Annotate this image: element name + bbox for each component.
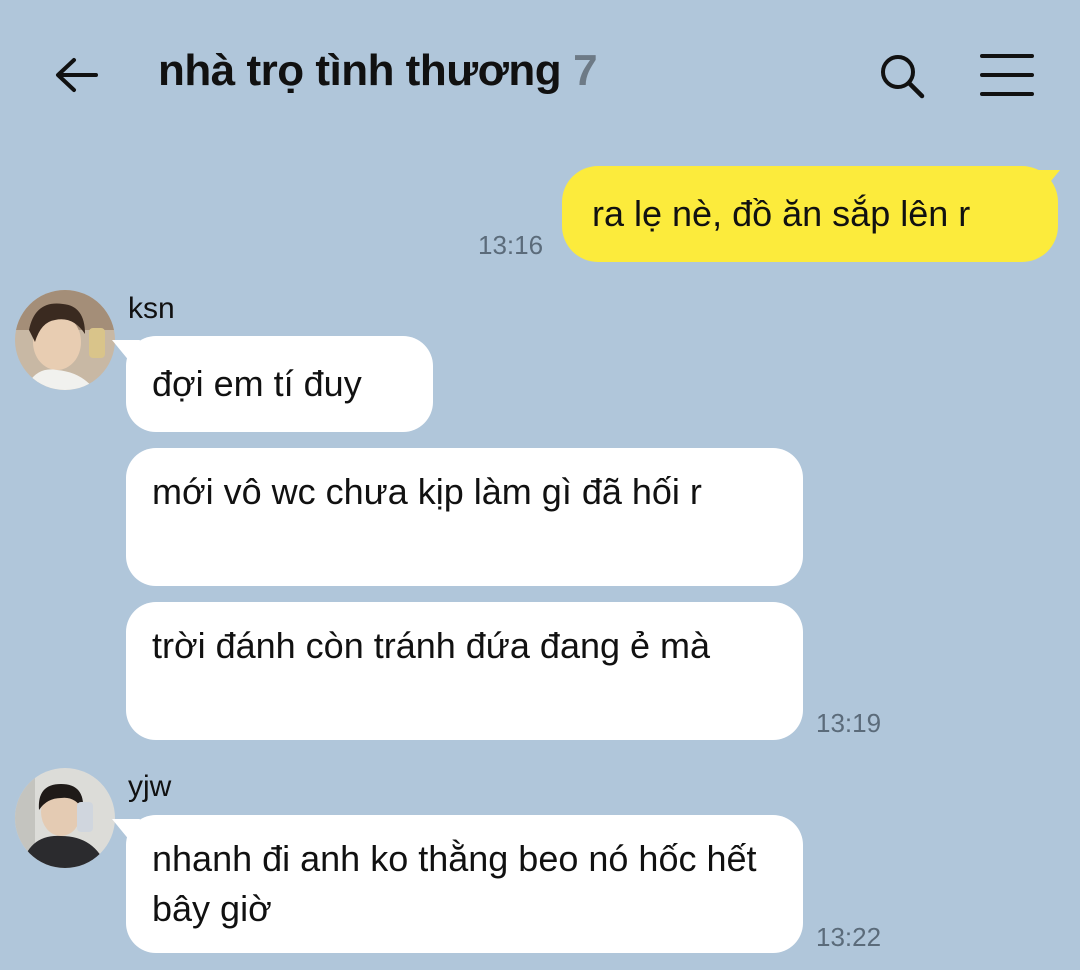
menu-icon [980,54,1034,96]
message-text: mới vô wc chưa kịp làm gì đã hối r [152,471,702,512]
menu-button[interactable] [978,52,1036,98]
message-text: trời đánh còn tránh đứa đang ẻ mà [152,625,711,666]
message-time: 13:22 [816,922,882,952]
sender-name: yjw [128,770,172,803]
search-icon [881,55,925,99]
member-count: 7 [573,46,598,95]
incoming-message[interactable]: mới vô wc chưa kịp làm gì đã hối r [126,448,803,586]
chat-title[interactable]: nhà trọ tình thương 7 [158,46,598,96]
message-text: nhanh đi anh ko thằng beo nó hốc hết bây… [152,838,757,929]
chat-header: nhà trọ tình thương 7 [0,0,1080,150]
message-time: 13:19 [816,708,882,738]
message-time: 13:16 [478,230,544,260]
message-bubble: đợi em tí đuy [126,336,433,432]
avatar-yjw[interactable] [15,768,115,868]
back-button[interactable] [52,50,102,100]
incoming-message[interactable]: trời đánh còn tránh đứa đang ẻ mà [126,602,803,740]
avatar-photo [15,290,115,390]
incoming-message[interactable]: nhanh đi anh ko thằng beo nó hốc hết bây… [110,815,803,953]
back-arrow-icon [56,58,98,92]
avatar-ksn[interactable] [15,290,115,390]
chat-title-text: nhà trọ tình thương [158,46,562,95]
avatar-photo [15,768,115,868]
message-text: ra lẹ nè, đồ ăn sắp lên r [592,193,971,234]
message-text: đợi em tí đuy [152,363,362,404]
outgoing-message[interactable]: ra lẹ nè, đồ ăn sắp lên r [562,166,1062,262]
search-button[interactable] [876,50,928,102]
message-bubble: ra lẹ nè, đồ ăn sắp lên r [562,166,1058,262]
incoming-message[interactable]: đợi em tí đuy [110,336,435,432]
message-bubble: nhanh đi anh ko thằng beo nó hốc hết bây… [126,815,803,953]
sender-name: ksn [128,292,175,325]
